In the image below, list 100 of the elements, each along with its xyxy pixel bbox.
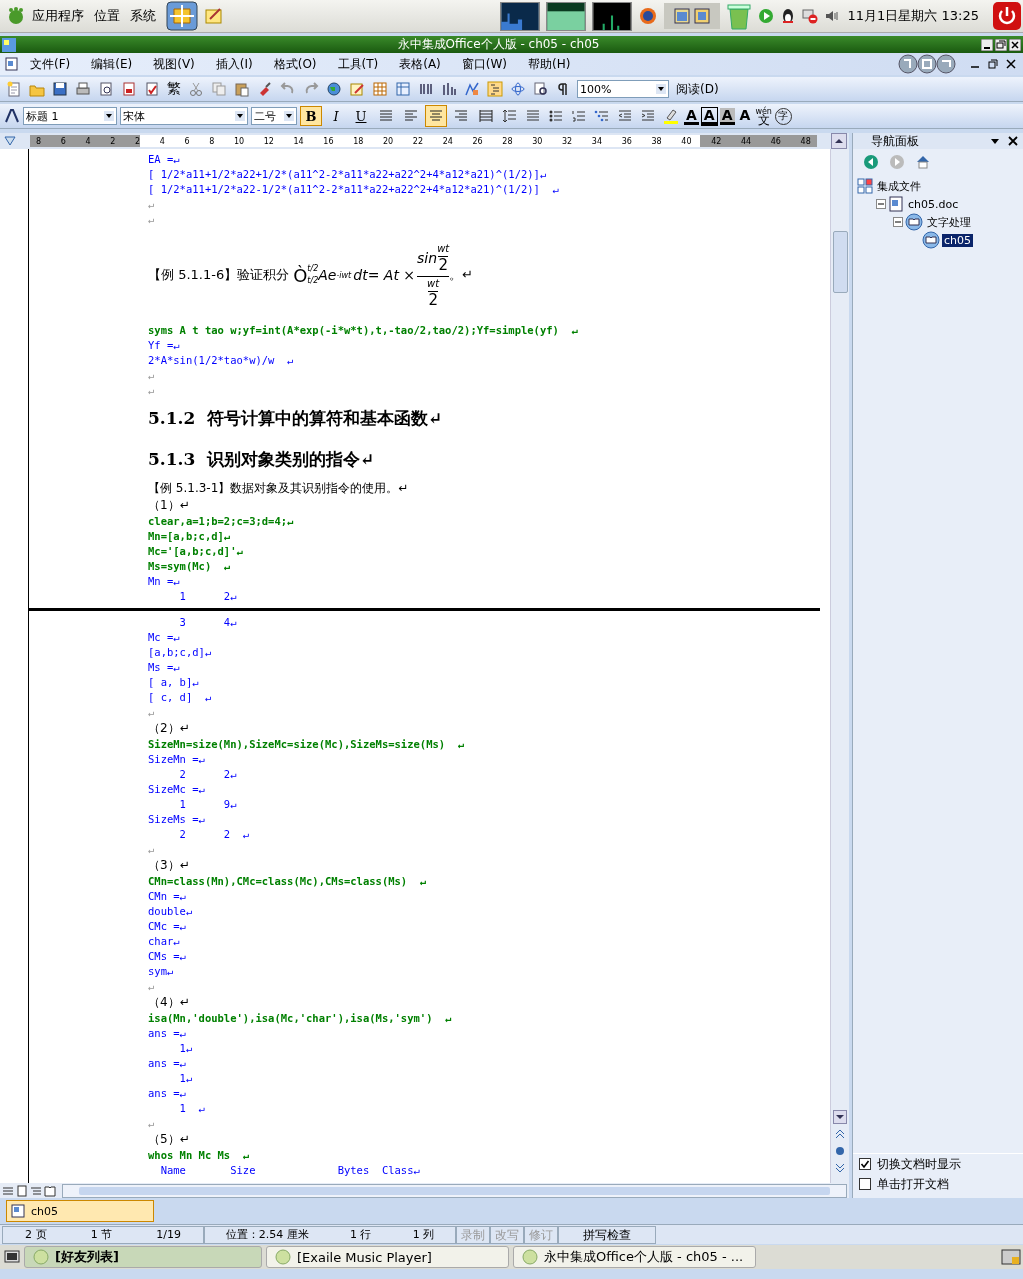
tab-stop-icon[interactable] [4,135,16,147]
italic-button[interactable]: I [325,106,347,126]
panel-menu[interactable]: 位置 [94,7,120,25]
drawing-icon[interactable] [464,81,480,97]
multilevel-list-icon[interactable] [594,108,610,124]
no-entry-icon[interactable] [801,8,818,24]
menu-item[interactable]: 插入(I) [205,55,264,73]
horizontal-scrollbar[interactable] [62,1183,847,1198]
ruler[interactable]: 8 6 4 2 2 4 6 8 10 12 14 16 18 20 22 24 26 28 30 32 34 36 38 40 42 44 46 48 [30,135,817,147]
bold-button[interactable]: B [300,106,322,126]
menu-item[interactable]: 格式(O) [263,55,328,73]
scissors-icon[interactable] [188,81,204,97]
page-view-icon[interactable] [16,1184,28,1197]
status-mode[interactable]: 拼写检查 [558,1225,656,1244]
border-button[interactable]: A [701,107,717,125]
traditional-chinese-button[interactable]: 繁 [165,80,183,98]
arrows-launcher-icon[interactable] [166,1,198,31]
previous-page-icon[interactable] [833,1127,847,1141]
atom-icon[interactable] [510,81,526,97]
tree-item[interactable]: 文字处理 [925,214,973,230]
show-desktop-icon[interactable] [4,1249,20,1265]
taskbar-button[interactable]: [Exaile Music Player] [266,1246,509,1268]
menu-item[interactable]: 表格(A) [389,55,452,73]
normal-view-icon[interactable] [2,1184,14,1197]
decrease-indent-icon[interactable] [617,108,633,124]
book-view-icon[interactable] [44,1184,56,1197]
spell-check-icon[interactable] [144,81,160,97]
numbered-list-icon[interactable] [571,108,587,124]
dropdown-arrow-icon[interactable] [235,111,245,121]
close-icon[interactable] [1009,38,1021,51]
volume-icon[interactable] [823,8,840,24]
collapse-icon[interactable] [876,199,886,209]
menu-item[interactable]: 工具(T) [327,55,390,73]
dropdown-arrow-icon[interactable] [104,111,114,121]
checkbox[interactable] [859,1178,871,1190]
close-icon[interactable] [1005,58,1017,70]
globe-icon[interactable] [326,81,342,97]
printer-icon[interactable] [75,81,91,97]
panel-menu[interactable]: 应用程序 [32,7,84,25]
minimize-icon[interactable] [981,38,993,51]
paste-icon[interactable] [234,81,250,97]
lock-screen-icon[interactable] [1001,1247,1021,1267]
home-icon[interactable] [915,154,931,170]
edit-icon[interactable] [349,81,365,97]
clock[interactable]: 11月1日星期六 13:25 [847,7,979,25]
spreadsheet-icon[interactable] [395,81,411,97]
pdf-document-icon[interactable] [121,81,137,97]
trash-icon[interactable] [725,1,752,31]
dropdown-arrow-icon[interactable] [656,84,666,94]
next-page-icon[interactable] [833,1161,847,1175]
restore-icon[interactable] [995,38,1007,51]
tree-item[interactable]: ch05.doc [906,197,961,211]
tree-item[interactable]: 集成文件 [875,178,923,194]
read-button[interactable]: 阅读(D) [672,80,723,98]
vertical-scrollbar[interactable] [830,149,849,1183]
document-icon[interactable] [4,56,20,72]
new-document-icon[interactable] [6,81,22,97]
style-dropdown[interactable]: 标题 1 [23,107,117,125]
menu-item[interactable]: 文件(F) [20,55,82,73]
menu-item[interactable]: 编辑(E) [81,55,144,73]
taskbar-button[interactable]: 永中集成Office个人版 - ch05 - ... [513,1246,756,1268]
menu-item[interactable]: 窗口(W) [451,55,519,73]
checkbox[interactable] [859,1158,871,1170]
taskbar-button[interactable]: [好友列表] [24,1246,262,1268]
workspace-switcher[interactable] [663,3,720,29]
magnifier-icon[interactable] [533,81,549,97]
play-icon[interactable] [757,8,774,24]
outline-icon[interactable] [487,81,503,97]
restore-icon[interactable] [987,58,999,70]
highlighter-icon[interactable] [663,108,679,124]
align-center-icon[interactable] [425,105,447,127]
font-dropdown[interactable]: 宋体 [120,107,248,125]
window-thumbnail-icon[interactable] [673,8,690,24]
dropdown-arrow-icon[interactable] [284,111,294,121]
menu-item[interactable]: 视图(V) [143,55,206,73]
shading-button[interactable]: A [719,107,735,125]
zoom-dropdown[interactable]: 100% [577,80,669,98]
chart-icon[interactable] [441,81,457,97]
underline-button[interactable]: U [350,106,372,126]
globe-icon[interactable] [637,6,658,26]
font-color-button[interactable]: A [684,107,699,125]
columns-icon[interactable] [418,81,434,97]
foot-logo-icon[interactable] [6,6,26,26]
phonetic-guide-button[interactable]: wén 文 [755,107,772,125]
paragraph-icon[interactable] [525,108,541,124]
close-icon[interactable] [1007,135,1019,147]
grow-button[interactable]: A [737,107,753,125]
font-size-dropdown[interactable]: 二号 [251,107,297,125]
increase-indent-icon[interactable] [640,108,656,124]
line-spacing-icon[interactable] [502,108,518,124]
collapse-icon[interactable] [893,217,903,227]
scroll-thumb[interactable] [79,1186,830,1195]
back-icon[interactable] [863,154,879,170]
print-preview-icon[interactable] [98,81,114,97]
menu-item[interactable]: 帮助(H) [518,55,582,73]
outline-view-icon[interactable] [30,1184,42,1197]
styles-icon[interactable] [4,108,20,124]
window-thumbnail-icon[interactable] [693,8,710,24]
bullet-list-icon[interactable] [548,108,564,124]
table-icon[interactable] [372,81,388,97]
